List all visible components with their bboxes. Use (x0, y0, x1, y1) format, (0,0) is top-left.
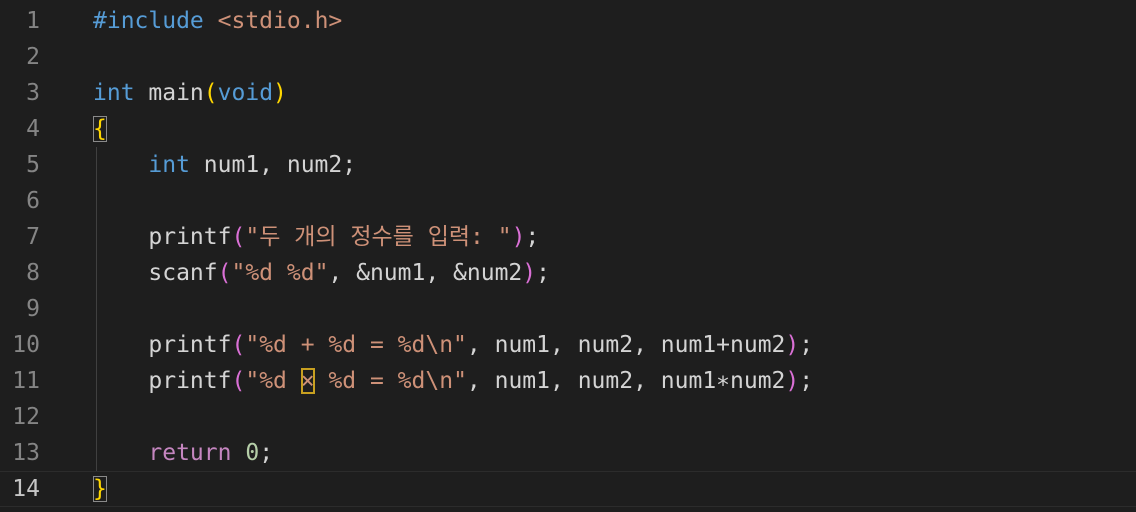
line-number: 9 (26, 296, 40, 322)
line-number: 14 (12, 476, 40, 502)
line-number: 3 (26, 80, 40, 106)
line-code[interactable]: { (93, 111, 107, 147)
code-editor[interactable]: 1 #include <stdio.h> 2 3 int main(void) 4{5 i… (0, 0, 1136, 512)
code-line[interactable]: 3 int main(void) (0, 75, 1136, 111)
code-token: ) (785, 368, 800, 394)
line-code[interactable]: scanf("%d %d", &num1, &num2); (93, 255, 550, 291)
code-token: int (93, 80, 135, 106)
code-token: ; (525, 224, 540, 250)
line-code[interactable]: int num1, num2; (93, 147, 356, 183)
line-code[interactable]: #include <stdio.h> (93, 3, 342, 39)
code-token: ) (511, 224, 526, 250)
code-line[interactable]: 12 (0, 399, 1136, 435)
code-token: "%d %d" (231, 260, 329, 286)
code-token: ( (231, 224, 246, 250)
code-token: ) (785, 332, 800, 358)
code-token: ; (536, 260, 551, 286)
code-token: , num1, num2, num1+num2 (466, 332, 786, 358)
line-code[interactable]: int main(void) (93, 75, 287, 111)
code-line[interactable]: 7 printf("두 개의 정수를 입력: "); (0, 219, 1136, 255)
line-number: 8 (26, 260, 40, 286)
code-token: <stdio.h> (217, 8, 343, 34)
code-line[interactable]: 9 (0, 291, 1136, 327)
code-token: %d = %d\n" (314, 368, 467, 394)
code-token: ; (259, 440, 274, 466)
code-token: printf (93, 368, 232, 394)
line-number: 1 (26, 8, 40, 34)
line-number: 4 (26, 116, 40, 142)
line-number: 12 (12, 404, 40, 430)
code-token: , &num1, &num2 (328, 260, 523, 286)
code-token: ( (203, 80, 218, 106)
line-number: 10 (12, 332, 40, 358)
code-token: ( (231, 332, 246, 358)
code-token: scanf (93, 260, 218, 286)
code-token: void (217, 80, 274, 106)
line-code[interactable]: } (93, 472, 107, 506)
code-token: "%d + %d = %d\n" (245, 332, 467, 358)
line-number: 13 (12, 440, 40, 466)
code-line[interactable]: 1 #include <stdio.h> (0, 3, 1136, 39)
line-number: 2 (26, 44, 40, 70)
code-token: int (148, 152, 190, 178)
code-line[interactable]: 10 printf("%d + %d = %d\n", num1, num2, … (0, 327, 1136, 363)
code-token: main (134, 80, 204, 106)
code-token: ; (799, 332, 814, 358)
code-token: ; (799, 368, 814, 394)
code-token: 0 (245, 440, 260, 466)
code-token: ( (217, 260, 232, 286)
code-token: return (148, 440, 232, 466)
code-line[interactable]: 6 (0, 183, 1136, 219)
line-number: 6 (26, 188, 40, 214)
line-code[interactable]: return 0; (93, 435, 273, 471)
matched-bracket: { (93, 116, 107, 142)
code-line[interactable]: 2 (0, 39, 1136, 75)
line-number: 11 (12, 368, 40, 394)
code-line[interactable]: 5 int num1, num2; (0, 147, 1136, 183)
code-token: ( (231, 368, 246, 394)
code-token: , num1, num2, num1∗num2 (466, 368, 786, 394)
code-line[interactable]: 8 scanf("%d %d", &num1, &num2); (0, 255, 1136, 291)
line-number: 5 (26, 152, 40, 178)
line-number: 7 (26, 224, 40, 250)
matched-bracket: } (93, 476, 107, 502)
code-line[interactable]: 14} (0, 471, 1136, 507)
line-code[interactable]: printf("%d × %d = %d\n", num1, num2, num… (93, 363, 813, 399)
code-token: printf (93, 332, 232, 358)
code-token: "두 개의 정수를 입력: " (245, 224, 512, 250)
line-code[interactable]: printf("두 개의 정수를 입력: "); (93, 219, 539, 255)
code-token: ) (273, 80, 287, 106)
code-line[interactable]: 11 printf("%d × %d = %d\n", num1, num2, … (0, 363, 1136, 399)
code-token: "%d (245, 368, 301, 394)
code-line[interactable]: 4{ (0, 111, 1136, 147)
highlighted-char: × (300, 368, 315, 394)
code-token: ) (522, 260, 537, 286)
line-code[interactable]: printf("%d + %d = %d\n", num1, num2, num… (93, 327, 813, 363)
code-token: #include (93, 8, 204, 34)
code-token: num1, num2; (189, 152, 357, 178)
code-line[interactable]: 13 return 0; (0, 435, 1136, 471)
code-token: printf (93, 224, 232, 250)
